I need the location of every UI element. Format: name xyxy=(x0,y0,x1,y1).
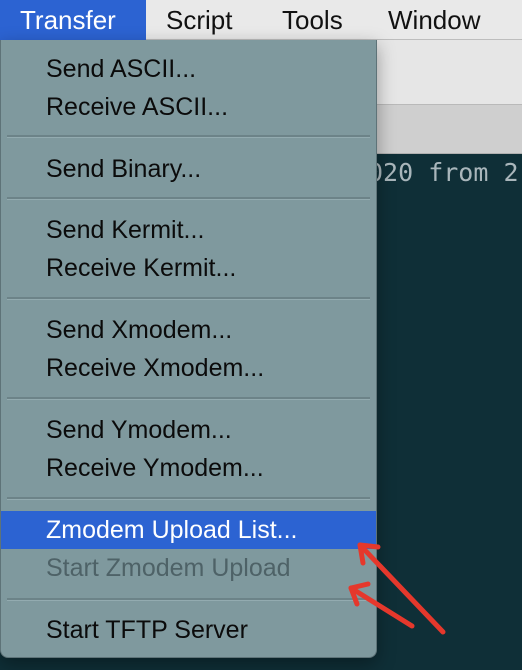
menu-item-receive-ascii[interactable]: Receive ASCII... xyxy=(1,88,376,126)
menu-item-start-zmodem-upload: Start Zmodem Upload xyxy=(46,554,291,582)
menu-separator xyxy=(7,197,370,200)
menu-separator xyxy=(7,135,370,138)
menu-separator xyxy=(7,598,370,601)
menu-script[interactable]: Script xyxy=(146,0,258,40)
menu-item-receive-ymodem[interactable]: Receive Ymodem... xyxy=(1,449,376,487)
menu-item-receive-kermit[interactable]: Receive Kermit... xyxy=(1,249,376,287)
menu-item-send-xmodem[interactable]: Send Xmodem... xyxy=(1,311,376,349)
menu-separator xyxy=(7,397,370,400)
menu-window[interactable]: Window xyxy=(368,0,504,40)
menu-tools[interactable]: Tools xyxy=(262,0,366,40)
menu-item-send-binary[interactable]: Send Binary... xyxy=(1,150,376,188)
menu-item-receive-xmodem[interactable]: Receive Xmodem... xyxy=(1,349,376,387)
menu-item-start-tftp-server[interactable]: Start TFTP Server xyxy=(1,611,376,649)
transfer-menu-dropdown: Send ASCII... Receive ASCII... Send Bina… xyxy=(0,40,377,658)
menu-bar: Transfer Script Tools Window xyxy=(0,0,522,40)
menu-item-zmodem-upload-list[interactable]: Zmodem Upload List... xyxy=(1,511,376,549)
menu-item-send-kermit[interactable]: Send Kermit... xyxy=(1,211,376,249)
menu-separator xyxy=(7,297,370,300)
menu-item-send-ascii[interactable]: Send ASCII... xyxy=(1,50,376,88)
menu-separator xyxy=(7,497,370,500)
menu-transfer[interactable]: Transfer xyxy=(0,0,146,40)
menu-item-send-ymodem[interactable]: Send Ymodem... xyxy=(1,411,376,449)
terminal-output-text: 020 from 2 xyxy=(368,158,519,187)
